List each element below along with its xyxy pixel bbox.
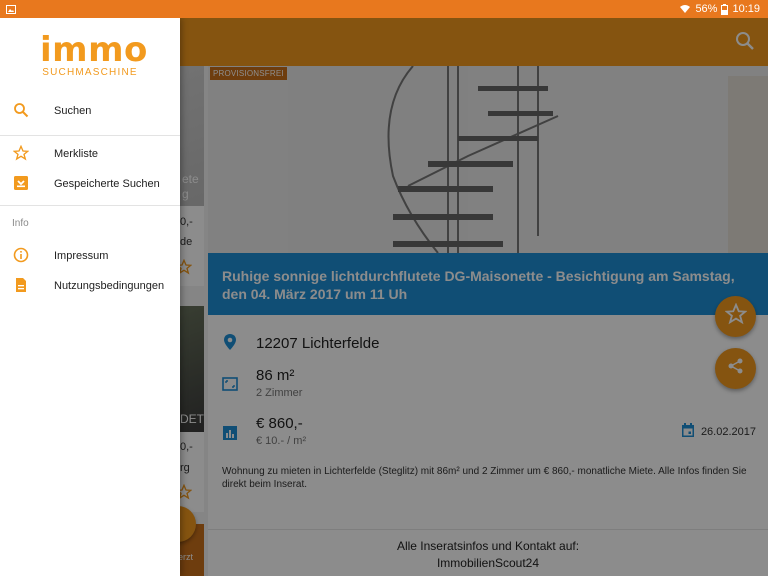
- document-icon: [13, 277, 29, 298]
- drawer-item-merkliste[interactable]: Merkliste: [0, 139, 180, 169]
- star-icon: [12, 144, 30, 166]
- battery-percent: 56%: [695, 3, 718, 15]
- search-icon: [13, 102, 29, 123]
- drawer-item-label: Suchen: [54, 105, 92, 117]
- info-icon: [13, 247, 29, 268]
- app-logo: immo SUCHMASCHINE: [40, 30, 148, 78]
- drawer-item-label: Gespeicherte Suchen: [54, 178, 160, 190]
- logo-subtitle: SUCHMASCHINE: [42, 67, 138, 78]
- navigation-drawer: immo SUCHMASCHINE Suchen Merkliste Gespe…: [0, 18, 180, 576]
- drawer-item-label: Merkliste: [54, 148, 99, 160]
- save-icon: [13, 175, 29, 196]
- drawer-item-impressum[interactable]: Impressum: [0, 241, 180, 271]
- divider: [0, 205, 180, 206]
- drawer-item-suchen[interactable]: Suchen: [0, 96, 180, 126]
- info-section-header: Info: [12, 218, 29, 229]
- drawer-item-gespeicherte-suchen[interactable]: Gespeicherte Suchen: [0, 169, 180, 199]
- drawer-item-label: Nutzungsbedingungen: [54, 280, 165, 292]
- clock: 10:19: [732, 3, 760, 15]
- battery-icon: [721, 3, 729, 15]
- gallery-notification-icon: [6, 4, 16, 14]
- logo-word: immo: [40, 30, 148, 70]
- status-bar: 56% 10:19: [0, 0, 768, 18]
- divider: [0, 135, 180, 136]
- drawer-item-nutzungsbedingungen[interactable]: Nutzungsbedingungen: [0, 271, 180, 301]
- wifi-icon: [679, 4, 691, 14]
- drawer-item-label: Impressum: [54, 250, 109, 262]
